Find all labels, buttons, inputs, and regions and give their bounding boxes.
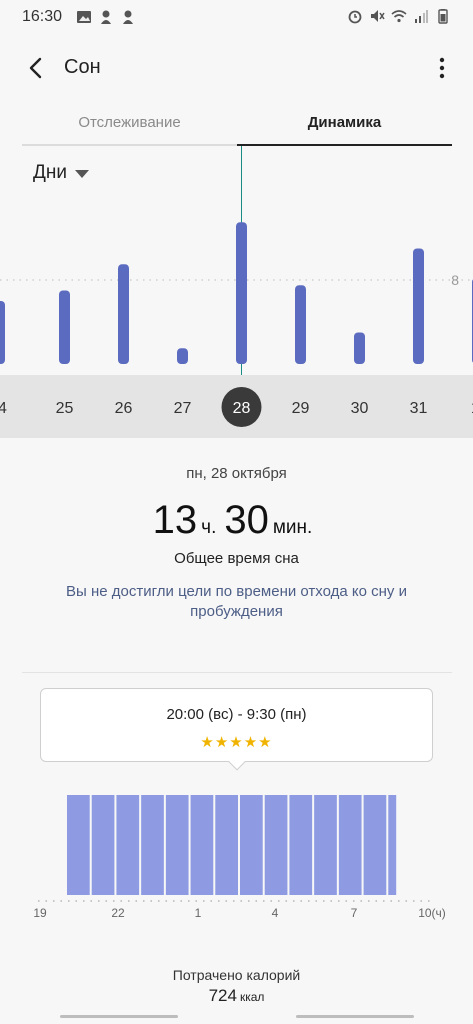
stage-axis-tick: 4: [272, 906, 279, 920]
sleep-hours-unit: ч.: [201, 517, 217, 538]
mute-icon: [371, 10, 385, 22]
notification-icon: [101, 10, 111, 24]
stage-axis-tick: 7: [351, 906, 358, 920]
calories-label: Потрачено калорий: [172, 967, 301, 983]
selected-date: пн, 28 октября: [186, 465, 287, 482]
sleep-stage-segment: [363, 795, 387, 895]
image-icon: [77, 11, 91, 23]
sleep-stage-segment: [116, 795, 140, 895]
stage-axis-tick: 1: [195, 906, 202, 920]
status-time: 16:30: [22, 8, 63, 25]
sleep-stage-segment: [314, 795, 337, 895]
nav-handle: [60, 1015, 178, 1018]
sleep-bar: [236, 222, 247, 364]
sleep-stage-segment: [67, 795, 90, 895]
app-bar: Сон: [0, 44, 473, 92]
nav-bar: [0, 1010, 473, 1024]
sleep-stage-segment: [91, 795, 115, 895]
tab-trends[interactable]: Динамика: [237, 104, 452, 146]
sleep-stage-segment: [338, 795, 362, 895]
sleep-stage-segment: [289, 795, 313, 895]
more-vertical-icon[interactable]: [437, 56, 447, 80]
sleep-minutes-unit: мин.: [272, 517, 313, 538]
sleep-session-card[interactable]: 20:00 (вс) - 9:30 (пн) ★★★★★: [40, 688, 433, 762]
stage-axis-tick: 19: [33, 906, 47, 920]
battery-icon: [438, 9, 448, 24]
status-right-icons: [347, 8, 451, 24]
stage-axis-tick: 10(ч): [418, 906, 446, 920]
stage-axis-tick: 22: [111, 906, 125, 920]
sleep-stage-segment: [165, 795, 189, 895]
sleep-bar: [354, 332, 365, 364]
tab-bar: Отслеживание Динамика: [22, 104, 452, 146]
reference-line-label: 8: [451, 272, 459, 288]
sleep-hours: 13: [152, 498, 198, 542]
tab-tracking[interactable]: Отслеживание: [22, 104, 237, 146]
sleep-stage-segment: [215, 795, 238, 895]
day-label: 25: [56, 400, 74, 417]
calories-value: 724 ккал: [0, 986, 473, 1006]
day-label: 28: [233, 400, 251, 417]
nav-handle: [296, 1015, 414, 1018]
sleep-stage-segment: [388, 795, 397, 895]
sleep-duration-label: Общее время сна: [174, 550, 299, 567]
calories-number: 724: [208, 986, 237, 1005]
day-label: 26: [115, 400, 133, 417]
sleep-stage-segment: [264, 795, 288, 895]
sleep-bar: [0, 301, 5, 364]
status-bar: 16:30: [0, 0, 473, 34]
star-rating: ★★★★★: [200, 734, 273, 751]
status-left-icons: [76, 9, 136, 25]
sleep-bar: [413, 248, 424, 364]
arrow-left-icon[interactable]: [22, 54, 50, 82]
daily-sleep-chart[interactable]: 84252627282930311/: [0, 146, 473, 438]
session-time-range: 20:00 (вс) - 9:30 (пн): [166, 706, 307, 723]
calories-unit: ккал: [239, 990, 265, 1004]
notification-icon: [123, 10, 133, 24]
day-label: 29: [292, 400, 310, 417]
page-title: Сон: [64, 56, 101, 78]
sleep-stage-segment: [240, 795, 263, 895]
sleep-duration: 13 ч. 30 мин.: [0, 498, 473, 543]
goal-note: Вы не достигли цели по времени отхода ко…: [66, 583, 407, 620]
sleep-bar: [295, 285, 306, 364]
day-label: 31: [410, 400, 428, 417]
day-label: 30: [351, 400, 369, 417]
signal-icon: [415, 10, 428, 23]
sleep-stage-segment: [141, 795, 164, 895]
sleep-stage-chart: 19 22 1 4 7 10(ч): [33, 795, 446, 920]
wifi-icon: [391, 10, 407, 23]
sleep-bar: [177, 348, 188, 364]
alarm-icon: [348, 10, 362, 24]
divider: [22, 672, 452, 673]
sleep-bar: [59, 290, 70, 364]
sleep-minutes: 30: [224, 498, 269, 542]
sleep-bar: [118, 264, 129, 364]
day-label: 27: [174, 400, 192, 417]
day-label: 4: [0, 400, 7, 417]
sleep-stage-segment: [190, 795, 214, 895]
